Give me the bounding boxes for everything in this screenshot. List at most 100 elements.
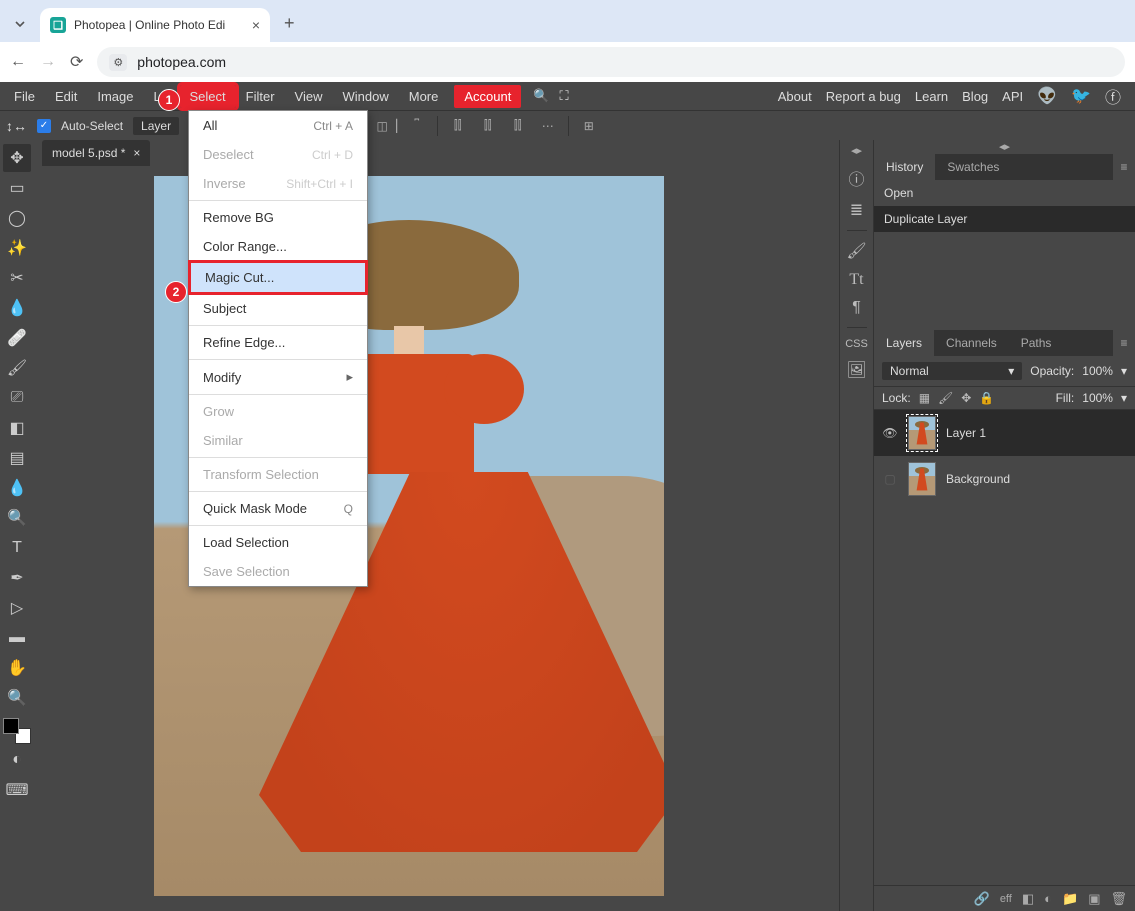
close-icon[interactable]: × [252, 17, 260, 33]
opacity-value[interactable]: 100% [1082, 364, 1113, 378]
quick-mask-icon[interactable]: ◐ [3, 746, 31, 774]
tab-list-chevron[interactable] [8, 12, 32, 36]
clone-stamp-tool[interactable]: ⎚ [3, 384, 31, 412]
tab-swatches[interactable]: Swatches [935, 154, 1011, 180]
menuitem-quick-mask-mode[interactable]: Quick Mask ModeQ [189, 494, 367, 523]
menuitem-all[interactable]: AllCtrl + A [189, 111, 367, 140]
healing-tool[interactable]: 🩹 [3, 324, 31, 352]
menu-window[interactable]: Window [332, 85, 398, 108]
browser-tab[interactable]: ❏ Photopea | Online Photo Edi × [40, 8, 270, 42]
menuitem-subject[interactable]: Subject [189, 294, 367, 323]
delete-layer-icon[interactable]: 🗑 [1110, 891, 1127, 907]
magic-wand-tool[interactable]: ✨ [3, 234, 31, 262]
link-learn[interactable]: Learn [915, 89, 948, 104]
layer-row[interactable]: ▢ Background [874, 456, 1135, 502]
layer-effects-icon[interactable]: eff [1000, 893, 1012, 905]
link-layers-icon[interactable]: 🔗 [974, 891, 990, 907]
menuitem-remove-bg[interactable]: Remove BG [189, 203, 367, 232]
back-icon[interactable]: ← [10, 53, 26, 71]
grid-icon[interactable]: ⊞ [579, 116, 599, 136]
site-settings-icon[interactable]: ⚙ [109, 54, 127, 71]
align-right-icon[interactable]: ◫▕ [377, 116, 397, 136]
menu-view[interactable]: View [285, 85, 333, 108]
fullscreen-icon[interactable]: ⛶ [560, 88, 569, 104]
css-panel-icon[interactable]: CSS [845, 338, 868, 350]
menuitem-refine-edge[interactable]: Refine Edge... [189, 328, 367, 357]
image-panel-icon[interactable]: 🖼 [846, 360, 866, 380]
tab-paths[interactable]: Paths [1009, 330, 1064, 356]
distribute-h-icon[interactable]: ⫿⫿ [448, 116, 468, 136]
lock-all-icon[interactable]: 🔒 [979, 391, 994, 405]
gradient-tool[interactable]: ▤ [3, 444, 31, 472]
adjustments-icon[interactable]: ≣ [850, 200, 863, 220]
layer-thumbnail[interactable] [908, 462, 936, 496]
keyboard-icon[interactable]: ⌨ [3, 776, 31, 804]
panel-menu-icon[interactable]: ≡ [1113, 330, 1135, 356]
menu-account[interactable]: Account [454, 85, 521, 108]
layer-row[interactable]: 👁 Layer 1 [874, 410, 1135, 456]
close-icon[interactable]: × [133, 146, 140, 160]
color-swatches[interactable] [3, 718, 31, 744]
twitter-icon[interactable]: 🐦 [1071, 86, 1091, 106]
menuitem-load-selection[interactable]: Load Selection [189, 528, 367, 557]
distribute-v-icon[interactable]: ⫿⫿ [478, 116, 498, 136]
paragraph-panel-icon[interactable]: ¶ [852, 299, 861, 317]
layer-select-dropdown[interactable]: Layer [133, 117, 179, 135]
search-icon[interactable]: 🔍 [533, 88, 549, 104]
foreground-color-swatch[interactable] [3, 718, 19, 734]
rectangle-tool[interactable]: ▬ [3, 624, 31, 652]
facebook-icon[interactable]: ⓕ [1105, 84, 1121, 108]
url-bar[interactable]: ⚙ photopea.com [97, 47, 1125, 77]
dodge-tool[interactable]: 🔍 [3, 504, 31, 532]
info-icon[interactable]: ⓘ [848, 166, 864, 190]
path-select-tool[interactable]: ▷ [3, 594, 31, 622]
history-item-duplicate-layer[interactable]: Duplicate Layer [874, 206, 1135, 232]
move-tool-icon[interactable]: ↕↔ [6, 118, 27, 134]
chevron-down-icon[interactable]: ▾ [1121, 364, 1127, 378]
more-align-icon[interactable]: ⋯ [538, 116, 558, 136]
new-layer-icon[interactable]: ▣ [1088, 891, 1100, 907]
menu-filter[interactable]: Filter [236, 85, 285, 108]
menu-image[interactable]: Image [87, 85, 143, 108]
distribute-spacing-icon[interactable]: ⫿⫿ [508, 116, 528, 136]
layer-mask-icon[interactable]: ◧ [1022, 891, 1034, 907]
eyedropper-tool[interactable]: 💧 [3, 294, 31, 322]
blend-mode-select[interactable]: Normal ▾ [882, 362, 1022, 380]
new-tab-button[interactable]: + [278, 13, 301, 34]
link-api[interactable]: API [1002, 89, 1023, 104]
document-tab[interactable]: model 5.psd * × [42, 140, 150, 166]
auto-select-checkbox[interactable]: ✓ [37, 119, 51, 133]
fill-value[interactable]: 100% [1082, 391, 1113, 405]
menu-more[interactable]: More [399, 85, 449, 108]
brush-tool[interactable]: 🖌 [3, 354, 31, 382]
tab-history[interactable]: History [874, 154, 935, 180]
zoom-tool[interactable]: 🔍 [3, 684, 31, 712]
link-blog[interactable]: Blog [962, 89, 988, 104]
lasso-tool[interactable]: ◯ [3, 204, 31, 232]
history-item-open[interactable]: Open [874, 180, 1135, 206]
menuitem-color-range[interactable]: Color Range... [189, 232, 367, 261]
character-panel-icon[interactable]: Tt [849, 271, 863, 289]
tab-channels[interactable]: Channels [934, 330, 1009, 356]
collapse-arrows-icon[interactable]: ◂▸ [874, 140, 1135, 154]
eraser-tool[interactable]: ◧ [3, 414, 31, 442]
panel-menu-icon[interactable]: ≡ [1113, 154, 1135, 180]
marquee-tool[interactable]: ▭ [3, 174, 31, 202]
new-folder-icon[interactable]: 📁 [1062, 891, 1078, 907]
crop-tool[interactable]: ✂ [3, 264, 31, 292]
reload-icon[interactable]: ⟳ [70, 52, 83, 72]
brush-panel-icon[interactable]: 🖌 [846, 241, 866, 261]
layer-thumbnail[interactable] [908, 416, 936, 450]
visibility-toggle-icon[interactable]: ▢ [882, 472, 898, 486]
tab-layers[interactable]: Layers [874, 330, 934, 356]
lock-position-icon[interactable]: ✥ [961, 391, 971, 405]
collapse-arrows-icon[interactable]: ◂▸ [851, 146, 862, 156]
menuitem-modify[interactable]: Modify▸ [189, 362, 367, 392]
move-tool[interactable]: ✥ [3, 144, 31, 172]
menu-select[interactable]: Select [180, 85, 236, 108]
lock-pixels-icon[interactable]: 🖌 [938, 391, 953, 405]
menu-edit[interactable]: Edit [45, 85, 87, 108]
blur-tool[interactable]: 💧 [3, 474, 31, 502]
type-tool[interactable]: T [3, 534, 31, 562]
pen-tool[interactable]: ✒ [3, 564, 31, 592]
